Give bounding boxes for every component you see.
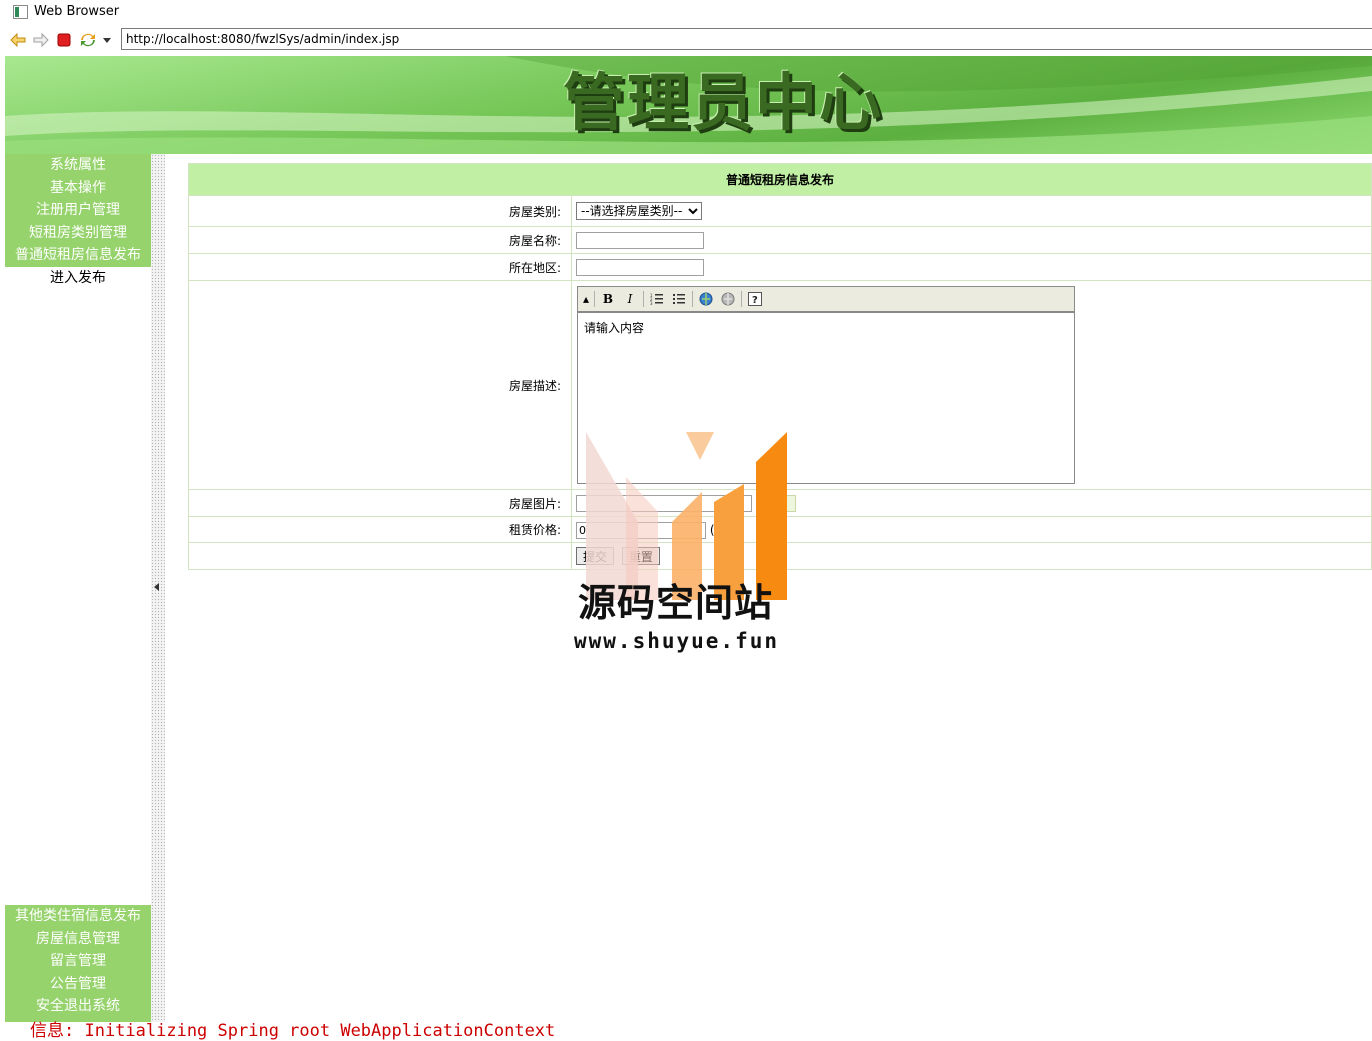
sidebar-item-notice-management[interactable]: 公告管理 <box>5 973 151 996</box>
stop-icon[interactable] <box>55 31 73 49</box>
sidebar-item-message-management[interactable]: 留言管理 <box>5 950 151 973</box>
desc-label: 房屋描述: <box>188 280 572 490</box>
type-select[interactable]: --请选择房屋类别-- <box>576 202 702 220</box>
console-log-text: 信息: Initializing Spring root WebApplicat… <box>30 1021 556 1041</box>
sidebar-item-logout[interactable]: 安全退出系统 <box>5 995 151 1018</box>
refresh-icon[interactable] <box>79 31 97 49</box>
sidebar-item-basic-operations[interactable]: 基本操作 <box>5 177 151 200</box>
help-icon[interactable]: ? <box>746 290 764 308</box>
toolbar-handle-icon[interactable]: ▴ <box>582 290 590 308</box>
bold-icon[interactable]: B <box>599 290 617 308</box>
sidebar-top-menu: 系统属性 基本操作 注册用户管理 短租房类别管理 普通短租房信息发布 <box>5 154 151 267</box>
app-icon <box>13 5 28 19</box>
sidebar: 系统属性 基本操作 注册用户管理 短租房类别管理 普通短租房信息发布 进入发布 … <box>5 154 151 1022</box>
unordered-list-icon[interactable] <box>670 290 688 308</box>
window-title: Web Browser <box>34 4 120 19</box>
ordered-list-icon[interactable]: 123 <box>648 290 666 308</box>
svg-text:3: 3 <box>650 301 653 305</box>
editor-content[interactable]: 请输入内容 <box>578 313 1074 342</box>
collapse-arrow-icon[interactable] <box>154 583 159 591</box>
image-label: 房屋图片: <box>188 489 572 517</box>
watermark-title: 源码空间站 <box>578 581 774 625</box>
region-input[interactable] <box>576 258 704 276</box>
svg-text:?: ? <box>752 295 758 306</box>
region-label: 所在地区: <box>188 253 572 281</box>
url-input[interactable] <box>122 29 1372 49</box>
sidebar-splitter[interactable] <box>151 154 165 1022</box>
sidebar-item-other-lodging[interactable]: 其他类住宿信息发布 <box>5 905 151 928</box>
name-label: 房屋名称: <box>188 226 572 254</box>
price-label: 租赁价格: <box>188 516 572 543</box>
sidebar-bottom-menu: 其他类住宿信息发布 房屋信息管理 留言管理 公告管理 安全退出系统 <box>5 905 151 1022</box>
sidebar-subitem-enter-publish[interactable]: 进入发布 <box>5 267 151 289</box>
sidebar-item-rental-category[interactable]: 短租房类别管理 <box>5 222 151 245</box>
sidebar-item-system-properties[interactable]: 系统属性 <box>5 154 151 177</box>
header-banner: 管理员中心 <box>5 56 1372 154</box>
editor-toolbar: ▴ B I 123 ? <box>578 287 1074 313</box>
watermark-url: www.shuyue.fun <box>574 629 780 653</box>
italic-icon[interactable]: I <box>621 290 639 308</box>
type-label: 房屋类别: <box>188 195 572 227</box>
address-bar[interactable] <box>121 28 1372 50</box>
forward-arrow-icon[interactable] <box>32 31 50 49</box>
form-title: 普通短租房信息发布 <box>188 163 1372 196</box>
sidebar-item-user-management[interactable]: 注册用户管理 <box>5 199 151 222</box>
insert-link-icon[interactable] <box>697 290 715 308</box>
actions-label-cell <box>188 542 572 570</box>
browser-toolbar <box>0 25 1372 55</box>
dropdown-arrow-icon[interactable] <box>98 31 116 49</box>
name-input[interactable] <box>576 231 704 249</box>
window-titlebar: Web Browser <box>0 0 1372 24</box>
back-arrow-icon[interactable] <box>9 31 27 49</box>
sidebar-item-rental-publish[interactable]: 普通短租房信息发布 <box>5 244 151 267</box>
remove-link-icon[interactable] <box>719 290 737 308</box>
sidebar-item-house-management[interactable]: 房屋信息管理 <box>5 928 151 951</box>
banner-title: 管理员中心 <box>563 66 884 139</box>
